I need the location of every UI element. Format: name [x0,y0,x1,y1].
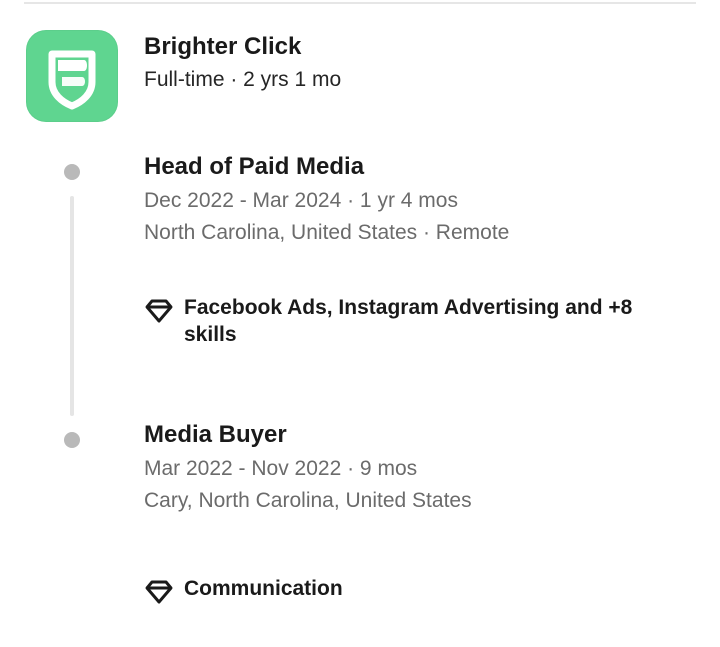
role-title[interactable]: Head of Paid Media [144,152,364,182]
role-location: North Carolina, United States · Remote [144,221,510,244]
timeline-dot [64,432,80,448]
employment-summary: Full-time · 2 yrs 1 mo [144,68,342,91]
section-divider [24,2,696,4]
role-location: Cary, North Carolina, United States [144,489,472,512]
brighter-click-logo-icon [48,50,96,110]
diamond-icon [145,299,173,323]
company-name[interactable]: Brighter Click [144,32,301,62]
skills-text: Communication [184,577,343,600]
timeline-connector [70,196,74,416]
company-logo[interactable] [26,30,118,122]
skills-text: Facebook Ads, Instagram Advertising and … [184,296,633,346]
diamond-icon [145,580,173,604]
role-dates: Dec 2022 - Mar 2024 · 1 yr 4 mos [144,189,458,212]
experience-section: Brighter Click Full-time · 2 yrs 1 mo He… [0,0,720,647]
timeline-dot [64,164,80,180]
role-title[interactable]: Media Buyer [144,420,287,450]
role-dates: Mar 2022 - Nov 2022 · 9 mos [144,457,418,480]
